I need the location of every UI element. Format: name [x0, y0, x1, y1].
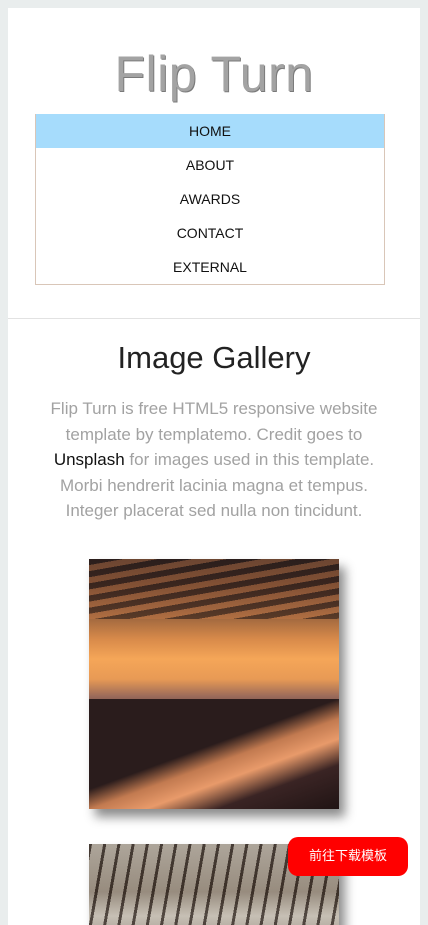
- nav-item-awards[interactable]: AWARDS: [36, 182, 384, 216]
- gallery-intro: Flip Turn is free HTML5 responsive websi…: [38, 396, 390, 524]
- section-divider: [8, 318, 420, 319]
- gallery-title: Image Gallery: [117, 340, 311, 375]
- main-nav: HOME ABOUT AWARDS CONTACT EXTERNAL: [35, 114, 385, 285]
- site-title: Flip Turn: [114, 46, 314, 102]
- page: Flip Turn HOME ABOUT AWARDS CONTACT EXTE…: [8, 8, 420, 925]
- nav-item-contact[interactable]: CONTACT: [36, 216, 384, 250]
- image-shore: [89, 699, 339, 809]
- nav-item-home[interactable]: HOME: [36, 114, 384, 148]
- intro-text-start: Flip Turn is free HTML5 responsive websi…: [50, 399, 378, 444]
- nav-item-external[interactable]: EXTERNAL: [36, 250, 384, 284]
- nav-item-about[interactable]: ABOUT: [36, 148, 384, 182]
- image-clouds: [89, 559, 339, 619]
- gallery-image-sunset-beach[interactable]: [89, 559, 339, 809]
- download-template-button[interactable]: 前往下载模板: [288, 837, 408, 876]
- unsplash-link[interactable]: Unsplash: [54, 450, 125, 469]
